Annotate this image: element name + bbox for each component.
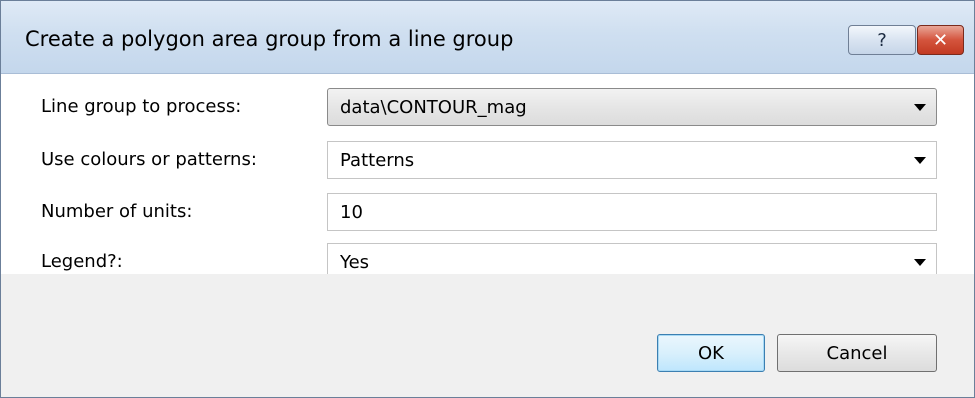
- chevron-down-icon: [914, 157, 926, 164]
- chevron-down-icon: [914, 259, 926, 266]
- colours-patterns-value: Patterns: [340, 150, 415, 171]
- colours-patterns-dropdown[interactable]: Patterns: [327, 141, 937, 179]
- line-group-dropdown[interactable]: data\CONTOUR_mag: [327, 88, 937, 126]
- chevron-down-icon: [914, 104, 926, 111]
- ok-button[interactable]: OK: [657, 334, 765, 372]
- number-of-units-value: 10: [340, 202, 363, 223]
- cancel-button[interactable]: Cancel: [777, 334, 937, 372]
- row-line-group: Line group to process: data\CONTOUR_mag: [1, 88, 974, 128]
- line-group-value: data\CONTOUR_mag: [340, 97, 527, 118]
- row-colours-patterns: Use colours or patterns: Patterns: [1, 141, 974, 181]
- row-number-of-units: Number of units: 10: [1, 193, 974, 233]
- number-of-units-label: Number of units:: [41, 201, 193, 222]
- dialog-title: Create a polygon area group from a line …: [25, 27, 514, 51]
- dialog-window: Create a polygon area group from a line …: [0, 0, 975, 398]
- button-bar: OK Cancel: [1, 274, 974, 397]
- legend-label: Legend?:: [41, 251, 123, 272]
- number-of-units-input[interactable]: 10: [327, 193, 937, 231]
- title-bar: Create a polygon area group from a line …: [1, 1, 974, 74]
- close-icon: ✕: [932, 29, 949, 51]
- help-button[interactable]: ?: [848, 25, 916, 55]
- legend-value: Yes: [340, 252, 370, 273]
- close-button[interactable]: ✕: [917, 25, 964, 55]
- colours-patterns-label: Use colours or patterns:: [41, 149, 257, 170]
- help-icon: ?: [877, 29, 887, 51]
- line-group-label: Line group to process:: [41, 96, 242, 117]
- form-panel: Line group to process: data\CONTOUR_mag …: [1, 74, 974, 281]
